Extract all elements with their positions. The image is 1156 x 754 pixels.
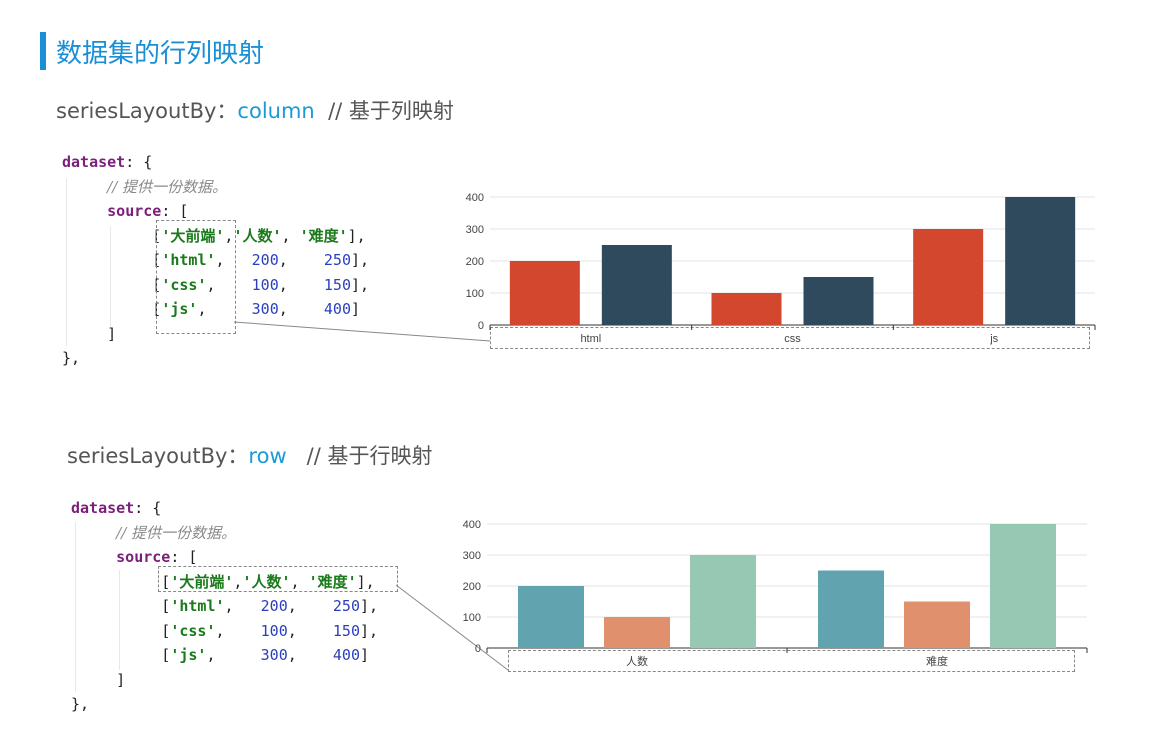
bar [990,524,1056,648]
bar [711,293,782,325]
x-tick-label: js [989,333,998,345]
y-tick-label: 400 [463,519,481,531]
y-tick-label: 400 [466,192,484,204]
y-tick-label: 100 [463,612,481,624]
y-tick-label: 0 [475,643,481,655]
y-tick-label: 200 [463,581,481,593]
bar [690,555,756,648]
bar [601,245,672,325]
y-tick-label: 300 [466,224,484,236]
x-tick-label: 人数 [626,655,648,668]
x-tick-label: css [784,333,801,345]
x-tick-label: html [580,333,601,345]
y-tick-label: 0 [478,320,484,332]
bar [803,277,874,325]
bar [604,617,670,648]
y-tick-label: 200 [466,256,484,268]
chart-column-layout: 0 100 200 300 400 html css js [466,192,1096,345]
bar [818,570,884,648]
chart-row-layout: 0 100 200 300 400 人数 难度 [463,519,1088,668]
bar [518,586,584,648]
bar [509,261,580,325]
x-tick-label: 难度 [926,654,948,668]
bar [904,601,970,648]
bar [913,229,984,325]
y-tick-label: 300 [463,550,481,562]
bar [1005,197,1076,325]
y-tick-label: 100 [466,288,484,300]
